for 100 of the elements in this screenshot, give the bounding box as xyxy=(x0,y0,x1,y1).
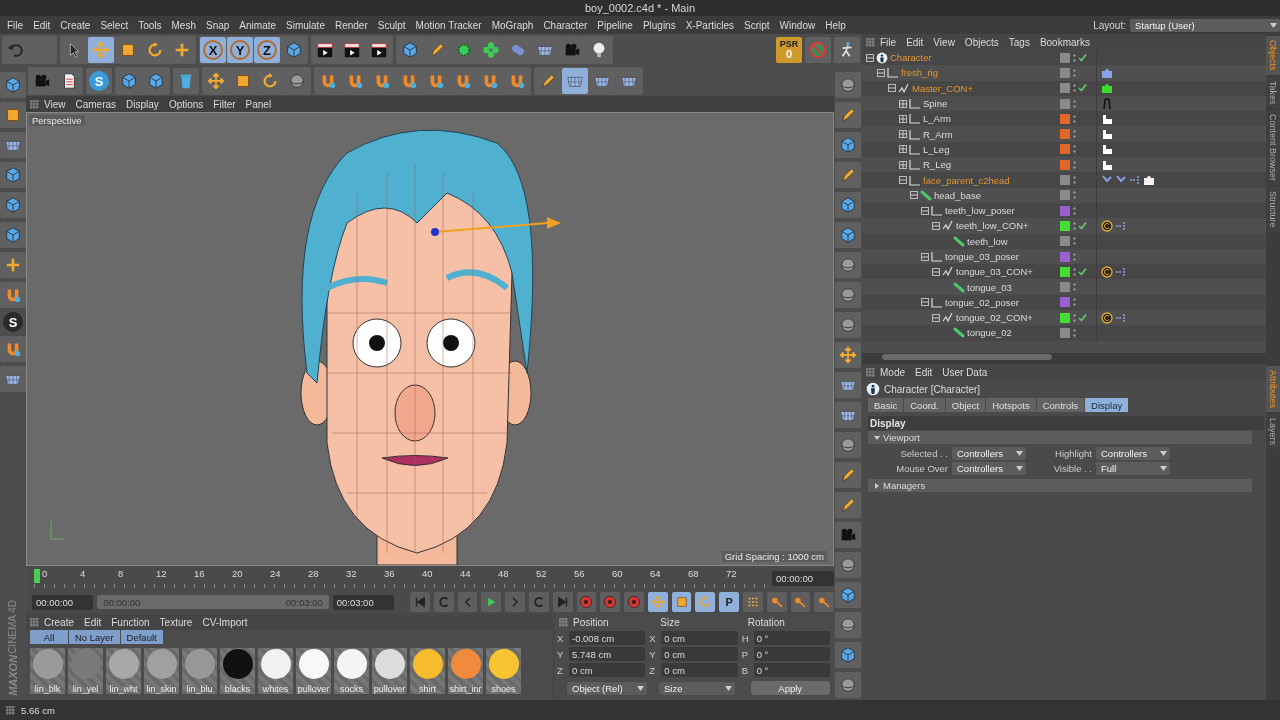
apply-button[interactable]: Apply xyxy=(750,681,830,695)
end-time-field[interactable]: 00:03:00 xyxy=(332,594,395,610)
playback-button[interactable] xyxy=(410,592,430,612)
side-tab[interactable]: Layers xyxy=(1266,414,1280,450)
playback-button[interactable] xyxy=(481,592,502,612)
playback-button[interactable] xyxy=(457,592,478,612)
menu-item[interactable]: Snap xyxy=(201,19,235,31)
attribute-tab[interactable]: Hotspots xyxy=(986,398,1036,412)
expand-toggle[interactable] xyxy=(910,191,918,200)
number-field[interactable]: 0 cm xyxy=(661,663,738,677)
expand-toggle[interactable] xyxy=(932,267,940,276)
layer-color-swatch[interactable] xyxy=(1060,52,1070,63)
side-tab[interactable]: Structure xyxy=(1266,187,1280,232)
side-tab[interactable]: Content Browser xyxy=(1266,110,1280,186)
material-swatch[interactable]: shirt xyxy=(410,648,445,694)
number-field[interactable]: 0 cm xyxy=(661,647,738,661)
layer-color-swatch[interactable] xyxy=(1060,159,1070,170)
object-row[interactable]: tongue_02 xyxy=(862,325,1266,341)
menu-item[interactable]: MoGraph xyxy=(486,19,539,31)
menu-item[interactable]: Render xyxy=(329,19,373,31)
menu-item[interactable]: Edit xyxy=(79,616,107,628)
menu-item[interactable]: Edit xyxy=(901,36,929,48)
attribute-tab[interactable]: Basic xyxy=(868,398,904,412)
menu-item[interactable]: Edit xyxy=(28,19,56,31)
expand-toggle[interactable] xyxy=(899,99,907,108)
menu-item[interactable]: Tags xyxy=(1003,36,1035,48)
size-mode-dropdown[interactable]: Size xyxy=(659,681,735,695)
layer-color-swatch[interactable] xyxy=(1060,175,1070,185)
viewport-menu-item[interactable]: Filter xyxy=(208,98,241,110)
material-swatch[interactable]: blacks xyxy=(220,648,255,694)
menu-item[interactable]: User Data xyxy=(937,366,993,378)
object-row[interactable]: tongue_03_CON+ xyxy=(862,264,1266,280)
start-time-field[interactable]: 00:00:00 xyxy=(32,594,94,610)
group-header[interactable]: Viewport xyxy=(868,431,1252,444)
menu-item[interactable]: Motion Tracker xyxy=(410,19,487,31)
expand-toggle[interactable] xyxy=(866,53,874,62)
layer-color-swatch[interactable] xyxy=(1060,144,1070,155)
layer-color-swatch[interactable] xyxy=(1060,190,1070,201)
viewport-menu-item[interactable]: Display xyxy=(121,98,164,110)
number-field[interactable]: 0 cm xyxy=(569,663,646,677)
menu-item[interactable]: Plugins xyxy=(637,19,681,31)
viewport-menu-item[interactable]: Panel xyxy=(240,98,277,110)
key-mode-button[interactable] xyxy=(743,592,763,612)
attribute-tab[interactable]: Display xyxy=(1085,398,1129,412)
expand-toggle[interactable] xyxy=(899,145,907,154)
select-field[interactable]: Full xyxy=(1096,462,1170,475)
layer-filter-tab[interactable]: No Layer xyxy=(69,630,120,644)
expand-toggle[interactable] xyxy=(932,313,940,322)
number-field[interactable]: 0 ° xyxy=(753,647,830,661)
record-button[interactable] xyxy=(576,592,597,612)
expand-toggle[interactable] xyxy=(899,160,907,169)
expand-toggle[interactable] xyxy=(888,84,896,93)
select-field[interactable]: Controllers xyxy=(1096,447,1170,460)
material-swatch[interactable]: lin_skin xyxy=(144,648,179,694)
menu-item[interactable]: File xyxy=(875,36,902,48)
viewport[interactable]: Perspective Grid Spacing : 1000 cm xyxy=(26,112,834,566)
playback-button[interactable] xyxy=(505,592,525,612)
layer-color-swatch[interactable] xyxy=(1060,220,1070,231)
menu-item[interactable]: Mesh xyxy=(166,19,201,31)
layer-color-swatch[interactable] xyxy=(1060,312,1070,323)
menu-item[interactable]: Script xyxy=(739,19,775,31)
layer-color-swatch[interactable] xyxy=(1060,266,1070,277)
number-field[interactable]: 0 cm xyxy=(661,631,738,645)
playhead-marker[interactable] xyxy=(34,569,40,583)
record-button[interactable] xyxy=(600,592,621,612)
menu-item[interactable]: Select xyxy=(95,19,134,31)
viewport-menu-item[interactable]: View xyxy=(39,98,71,110)
attribute-tab[interactable]: Coord. xyxy=(904,398,945,412)
record-button[interactable] xyxy=(624,592,644,612)
material-swatch[interactable]: pullover xyxy=(372,648,407,694)
layer-color-swatch[interactable] xyxy=(1060,236,1070,247)
expand-toggle[interactable] xyxy=(877,68,885,77)
select-field[interactable]: Controllers xyxy=(952,447,1026,460)
key-mode-button[interactable]: P xyxy=(719,592,739,612)
layer-color-swatch[interactable] xyxy=(1060,113,1070,124)
keyframe-button[interactable] xyxy=(814,592,835,612)
key-mode-button[interactable] xyxy=(671,592,692,612)
menu-item[interactable]: File xyxy=(2,19,29,31)
object-row[interactable]: face_parent_c2head xyxy=(862,172,1266,188)
expand-toggle[interactable] xyxy=(899,176,907,184)
object-row[interactable]: L_Arm xyxy=(862,111,1266,127)
menu-item[interactable]: Simulate xyxy=(281,19,330,31)
expand-toggle[interactable] xyxy=(932,221,940,230)
menu-item[interactable]: Create xyxy=(55,19,96,31)
keyframe-button[interactable] xyxy=(790,592,811,612)
layer-color-swatch[interactable] xyxy=(1060,98,1070,109)
layout-dropdown[interactable]: Startup (User) xyxy=(1130,18,1280,32)
menu-item[interactable]: X-Particles xyxy=(680,19,740,31)
layer-color-swatch[interactable] xyxy=(1060,67,1070,78)
menu-item[interactable]: Pipeline xyxy=(592,19,638,31)
menu-item[interactable]: Animate xyxy=(234,19,282,31)
snap-button[interactable]: S xyxy=(3,312,23,332)
expand-toggle[interactable] xyxy=(921,252,929,261)
layer-filter-tab[interactable]: All xyxy=(30,630,68,644)
playback-button[interactable] xyxy=(552,592,573,612)
menu-item[interactable]: Texture xyxy=(154,616,198,628)
menu-item[interactable]: Objects xyxy=(959,36,1004,48)
layer-color-swatch[interactable] xyxy=(1060,129,1070,140)
menu-item[interactable]: Edit xyxy=(910,366,938,378)
material-swatch[interactable]: shoes xyxy=(486,648,521,694)
